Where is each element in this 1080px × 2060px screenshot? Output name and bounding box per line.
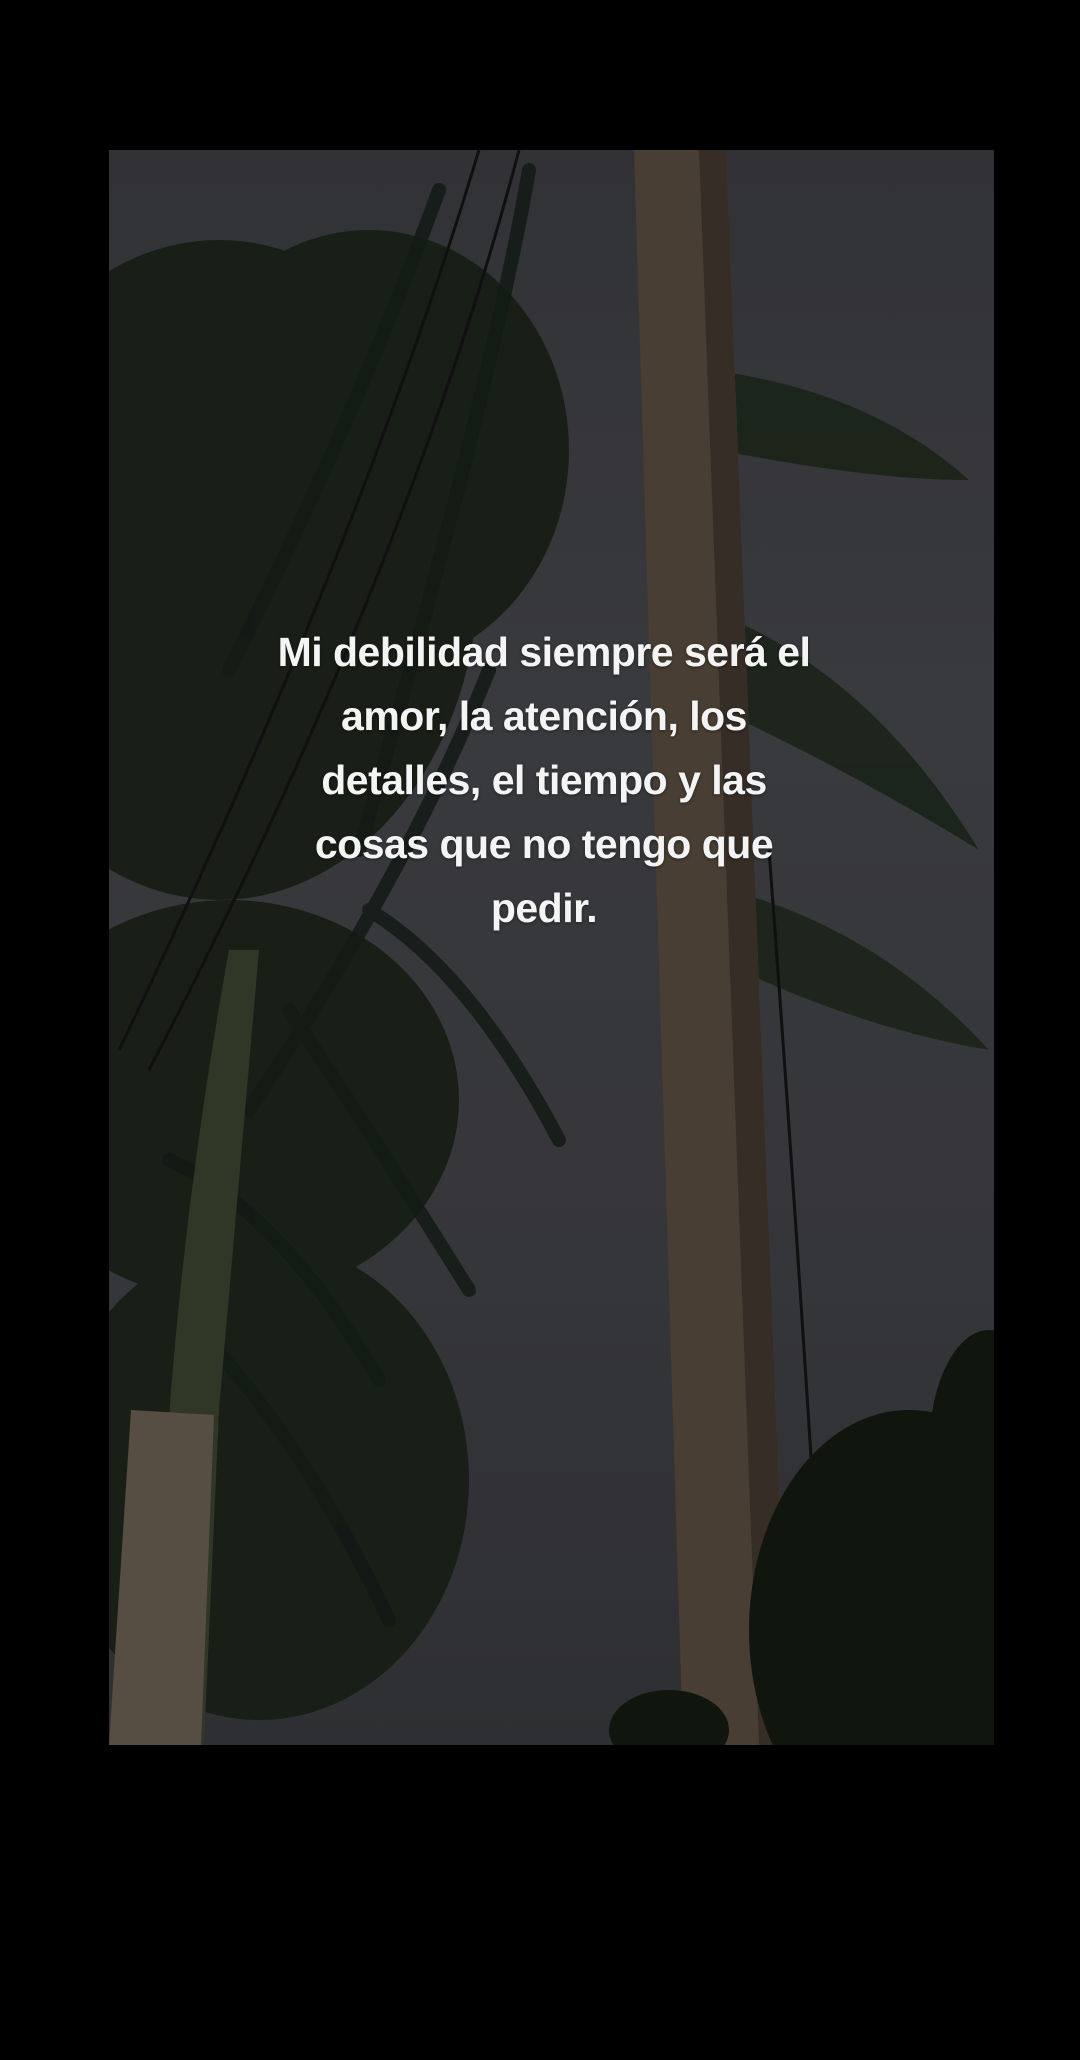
- palm-trees-scene: [109, 150, 994, 1745]
- overlay-caption: Mi debilidad siempre será el amor, la at…: [277, 629, 811, 931]
- video-frame[interactable]: Mi debilidad siempre será el amor, la at…: [109, 150, 994, 1745]
- video-screen: Mi debilidad siempre será el amor, la at…: [0, 0, 1080, 2060]
- dim-overlay: [109, 150, 994, 1745]
